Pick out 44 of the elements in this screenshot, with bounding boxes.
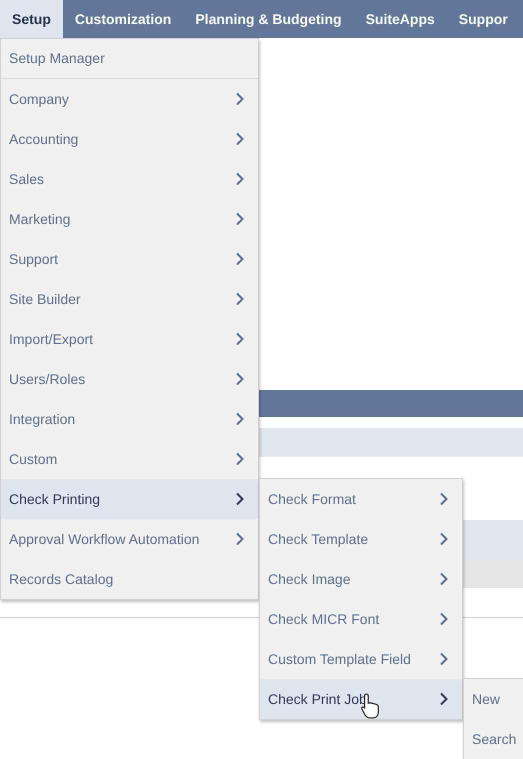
menu-item[interactable]: Check MICR Font [260,599,462,639]
menu-item[interactable]: Search [464,719,523,759]
chevron-right-icon [439,492,449,506]
nav-tab[interactable]: Suppor [446,0,520,38]
menu-item[interactable]: New [464,679,523,719]
nav-tab[interactable]: Planning & Budgeting [183,0,354,38]
menu-item[interactable]: Marketing [1,199,258,239]
chevron-right-icon [235,412,245,426]
chevron-right-icon [235,332,245,346]
chevron-right-icon [235,452,245,466]
chevron-right-icon [235,532,245,546]
menu-item[interactable]: Company [1,79,258,119]
chevron-right-icon [439,532,449,546]
chevron-right-icon [235,252,245,266]
menu-item[interactable]: Sales [1,159,258,199]
chevron-right-icon [235,92,245,106]
chevron-right-icon [235,132,245,146]
menu-item[interactable]: Approval Workflow Automation [1,519,258,559]
menu-item[interactable]: Check Format [260,479,462,519]
menu-item[interactable]: Check Image [260,559,462,599]
nav-tab[interactable]: Customization [62,0,184,38]
menu-item[interactable]: Integration [1,399,258,439]
chevron-right-icon [235,172,245,186]
chevron-right-icon [439,652,449,666]
menu-item[interactable]: Users/Roles [1,359,258,399]
menu-item[interactable]: Setup Manager [1,39,258,79]
chevron-right-icon [439,692,449,706]
menu-item[interactable]: Custom [1,439,258,479]
nav-tab[interactable]: Setup [0,0,63,38]
menu-item[interactable]: Import/Export [1,319,258,359]
menu-item[interactable]: Check Template [260,519,462,559]
menu-item[interactable]: Custom Template Field [260,639,462,679]
menu-item[interactable]: Check Printing [1,479,258,519]
chevron-right-icon [235,492,245,506]
nav-tab[interactable]: SuiteApps [354,0,447,38]
chevron-right-icon [235,372,245,386]
chevron-right-icon [235,212,245,226]
chevron-right-icon [235,292,245,306]
menu-item[interactable]: Site Builder [1,279,258,319]
menu-item[interactable]: Records Catalog [1,559,258,599]
chevron-right-icon [439,572,449,586]
menu-item[interactable]: Accounting [1,119,258,159]
menu-item[interactable]: Support [1,239,258,279]
chevron-right-icon [439,612,449,626]
